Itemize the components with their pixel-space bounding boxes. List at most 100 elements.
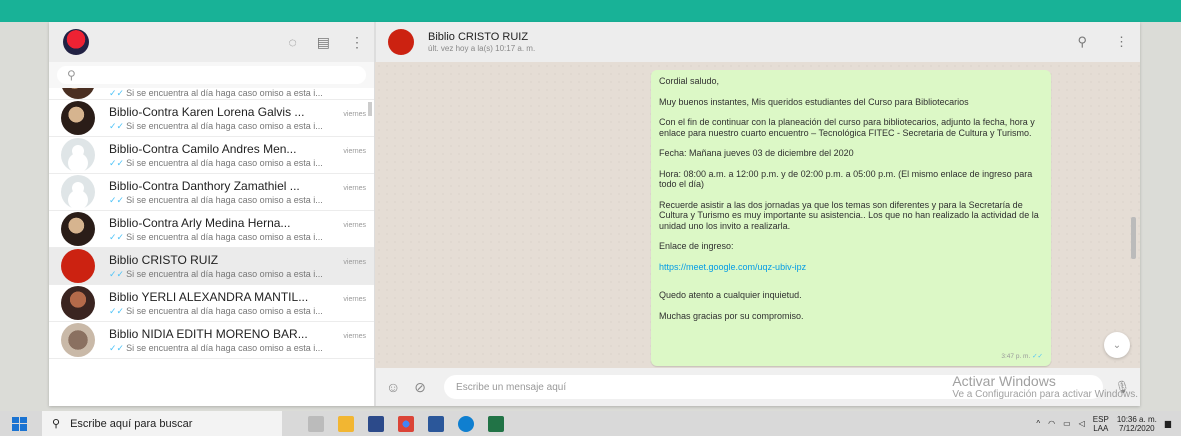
volume-icon[interactable]: ◁: [1079, 419, 1085, 428]
chat-name: Biblio-Contra Arly Medina Herna...: [109, 215, 291, 230]
excel-icon[interactable]: [488, 415, 504, 432]
chat-last-message: Si se encuentra al día haga caso omiso a…: [126, 342, 323, 353]
message-link[interactable]: https://meet.google.com/uqz-ubiv-ipz: [659, 262, 1043, 273]
contact-avatar[interactable]: [388, 29, 414, 55]
default-avatar: [61, 138, 95, 172]
conversation-panel: Biblio CRISTO RUIZ últ. vez hoy a la(s) …: [375, 22, 1140, 406]
read-check-icon: ✓✓: [109, 268, 125, 279]
whatsapp-web-window: ◌ ▤ ⋮ ⚲ ✓✓ Si se encuentra al día haga ca…: [49, 22, 1140, 406]
edge-icon[interactable]: [458, 415, 474, 432]
clock[interactable]: 10:36 a. m. 7/12/2020: [1117, 415, 1157, 433]
chat-list-item[interactable]: Biblio NIDIA EDITH MORENO BAR... viernes ✓…: [49, 322, 374, 359]
chat-date: viernes: [343, 258, 366, 266]
read-check-icon: ✓✓: [109, 342, 125, 353]
read-check-icon: ✓✓: [109, 231, 125, 242]
contact-name: Biblio CRISTO RUIZ: [428, 31, 529, 43]
chat-name: Biblio-Contra Karen Lorena Galvis ...: [109, 104, 305, 119]
watermark-subtitle: Ve a Configuración para activar Windows.: [952, 389, 1138, 400]
search-icon[interactable]: ⚲: [1077, 34, 1087, 50]
chevron-up-icon[interactable]: ^: [1036, 419, 1040, 428]
chat-name: Biblio-Contra Camilo Andres Men...: [109, 141, 297, 156]
message-time: 3:47 p. m.: [1001, 352, 1031, 360]
windows-taskbar: ⚲ Escribe aquí para buscar ^ ◠ ▭ ◁ ESP L…: [0, 411, 1181, 436]
chat-name: Biblio NIDIA EDITH MORENO BAR...: [109, 326, 308, 341]
default-avatar: [61, 175, 95, 209]
chat-name: Biblio YERLI ALEXANDRA MANTIL...: [109, 289, 309, 304]
message-paragraph: Cordial saludo,: [659, 76, 720, 86]
network-icon[interactable]: ◠: [1048, 419, 1055, 428]
menu-icon[interactable]: ⋮: [1115, 34, 1128, 50]
chat-last-message: Si se encuentra al día haga caso omiso a…: [126, 268, 323, 279]
chat-date: viernes: [343, 332, 366, 340]
menu-icon[interactable]: ⋮: [350, 34, 364, 51]
message-paragraph: Muy buenos instantes, Mis queridos estud…: [659, 96, 969, 107]
search-input[interactable]: ⚲: [57, 66, 366, 84]
chat-list-item[interactable]: Biblio-Contra Karen Lorena Galvis ... vie…: [49, 100, 374, 137]
chat-list-item[interactable]: Biblio CRISTO RUIZ viernes ✓✓ Si se encuent…: [49, 248, 374, 285]
chat-date: viernes: [343, 295, 366, 303]
message-closing: Muchas gracias por su compromiso.: [659, 310, 804, 321]
read-check-icon: ✓✓: [109, 305, 125, 316]
message-bubble[interactable]: Cordial saludo, Muy buenos instantes, Mis…: [651, 70, 1051, 366]
photo-avatar: [61, 212, 95, 246]
chat-last-message: Si se encuentra al día haga caso omiso a…: [126, 231, 323, 242]
message-paragraph: Hora: 08:00 a.m. a 12:00 p.m. y de 02:00…: [659, 168, 1033, 190]
app-icon[interactable]: [368, 415, 384, 432]
conversation-scrollbar[interactable]: [1131, 217, 1136, 259]
message-area: Cordial saludo, Muy buenos instantes, Mis…: [375, 62, 1140, 368]
watermark-title: Activar Windows: [952, 373, 1056, 389]
photo-avatar: [61, 88, 95, 99]
photo-avatar: [61, 101, 95, 135]
windows-start-icon[interactable]: [12, 416, 28, 431]
battery-icon[interactable]: ▭: [1063, 419, 1071, 428]
contact-status: últ. vez hoy a la(s) 10:17 a. m.: [428, 44, 536, 53]
chat-name: Biblio CRISTO RUIZ: [109, 252, 219, 267]
chrome-icon[interactable]: [398, 415, 414, 432]
photo-avatar: [61, 323, 95, 357]
status-icon[interactable]: ◌: [288, 34, 296, 51]
chat-last-message: Si se encuentra al día haga caso omiso a…: [126, 88, 323, 98]
message-paragraph: Recuerde asistir a las dos jornadas ya q…: [659, 199, 1039, 231]
chat-date: viernes: [343, 221, 366, 229]
notifications-icon[interactable]: ▆: [1165, 419, 1171, 428]
chat-list-item[interactable]: Biblio-Contra Camilo Andres Men... vierne…: [49, 137, 374, 174]
read-check-icon: ✓✓: [109, 157, 125, 168]
taskbar-search[interactable]: ⚲ Escribe aquí para buscar: [42, 411, 282, 436]
chat-name: Biblio-Contra Danthory Zamathiel ...: [109, 178, 300, 193]
message-paragraph: Fecha: Mañana jueves 03 de diciembre del…: [659, 148, 854, 158]
chat-list-item[interactable]: Biblio-Contra Danthory Zamathiel ... vier…: [49, 174, 374, 211]
task-view-icon[interactable]: [308, 415, 324, 432]
chat-last-message: Si se encuentra al día haga caso omiso a…: [126, 157, 323, 168]
profile-avatar[interactable]: [63, 29, 89, 55]
chat-date: viernes: [343, 147, 366, 155]
sidebar: ◌ ▤ ⋮ ⚲ ✓✓ Si se encuentra al día haga ca…: [49, 22, 375, 406]
attach-icon[interactable]: ⊘: [414, 379, 426, 396]
emoji-icon[interactable]: ☺: [386, 379, 400, 395]
chat-list-item[interactable]: ✓✓ Si se encuentra al día haga caso omiso…: [49, 88, 374, 100]
chevron-down-icon: ⌄: [1112, 339, 1122, 351]
chat-last-message: Si se encuentra al día haga caso omiso a…: [126, 120, 323, 131]
message-paragraph: Con el fin de continuar con la planeació…: [659, 117, 1035, 138]
read-check-icon: ✓✓: [109, 88, 125, 98]
new-chat-icon[interactable]: ▤: [317, 34, 330, 51]
chat-list: ✓✓ Si se encuentra al día haga caso omiso…: [49, 88, 374, 406]
word-icon[interactable]: [428, 415, 444, 432]
language-indicator[interactable]: ESP LAA: [1093, 415, 1109, 433]
chat-last-message: Si se encuentra al día haga caso omiso a…: [126, 194, 323, 205]
chat-date: viernes: [343, 110, 366, 118]
search-icon: ⚲: [52, 418, 61, 430]
search-bar: ⚲: [49, 62, 374, 88]
file-explorer-icon[interactable]: [338, 415, 354, 432]
message-closing: Quedo atento a cualquier inquietud.: [659, 290, 802, 300]
chat-last-message: Si se encuentra al día haga caso omiso a…: [126, 305, 323, 316]
chat-list-item[interactable]: Biblio-Contra Arly Medina Herna... vierne…: [49, 211, 374, 248]
conversation-header[interactable]: Biblio CRISTO RUIZ últ. vez hoy a la(s) …: [375, 22, 1140, 62]
chat-date: viernes: [343, 184, 366, 192]
message-link-label: Enlace de ingreso:: [659, 241, 734, 251]
scroll-down-button[interactable]: ⌄: [1104, 332, 1130, 358]
chat-list-item[interactable]: Biblio YERLI ALEXANDRA MANTIL... viernes ✓…: [49, 285, 374, 322]
taskbar-search-text: Escribe aquí para buscar: [70, 417, 193, 430]
red-avatar: [61, 249, 95, 283]
sidebar-header: ◌ ▤ ⋮: [49, 22, 374, 62]
chat-list-scrollbar[interactable]: [368, 102, 372, 116]
